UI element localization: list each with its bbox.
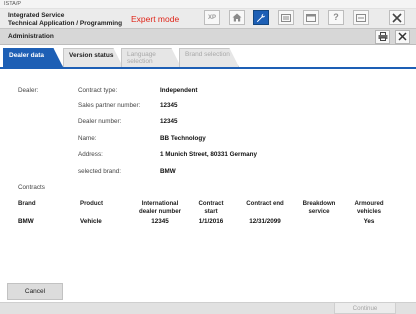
administration-header: Administration bbox=[0, 28, 416, 45]
info-icon bbox=[356, 13, 366, 22]
address-label: Address: bbox=[78, 151, 103, 158]
cell-contract-start: 1/1/2016 bbox=[198, 218, 224, 225]
sales-partner-value: 12345 bbox=[160, 102, 178, 109]
cell-dealer-number: 12345 bbox=[151, 218, 169, 225]
tab-language-selection: Language selection bbox=[121, 48, 181, 67]
dealer-number-label: Dealer number: bbox=[78, 118, 122, 125]
column-header-contract-end: Contract end bbox=[246, 200, 284, 207]
address-value: 1 Munich Street, 80331 Germany bbox=[160, 151, 257, 158]
home-button[interactable] bbox=[229, 10, 245, 25]
app-title-line1: Integrated Service bbox=[8, 12, 65, 19]
tab-bar: Dealer data Version status Language sele… bbox=[0, 46, 416, 67]
cell-armoured-vehicles: Yes bbox=[363, 218, 375, 225]
info-button[interactable] bbox=[353, 10, 369, 25]
dealer-data-panel bbox=[0, 67, 416, 302]
contracts-section-label: Contracts bbox=[18, 184, 45, 191]
tools-button[interactable] bbox=[253, 10, 269, 25]
window-icon bbox=[306, 13, 316, 22]
column-header-armoured-vehicles: Armoured vehicles bbox=[354, 200, 384, 215]
tab-version-status[interactable]: Version status bbox=[63, 48, 123, 67]
printer-icon bbox=[378, 31, 388, 43]
contract-type-value: Independent bbox=[160, 87, 198, 94]
sales-partner-label: Sales partner number: bbox=[78, 102, 141, 109]
window-titlebar: ISTA/P bbox=[0, 0, 416, 9]
close-dialog-button[interactable] bbox=[395, 30, 410, 44]
list-icon bbox=[281, 13, 291, 22]
expert-mode-label: Expert mode bbox=[131, 14, 180, 24]
xp-icon: XP bbox=[207, 14, 216, 21]
list-button[interactable] bbox=[278, 10, 294, 25]
print-button[interactable] bbox=[375, 30, 390, 44]
tab-dealer-data[interactable]: Dealer data bbox=[3, 48, 63, 67]
wrench-icon bbox=[256, 13, 266, 23]
help-icon: ? bbox=[333, 12, 339, 22]
continue-button: Continue bbox=[334, 302, 396, 314]
column-header-contract-start: Contract start bbox=[198, 200, 224, 215]
selected-brand-value: BMW bbox=[160, 168, 176, 175]
page-title: Administration bbox=[8, 33, 54, 40]
dealer-section-label: Dealer: bbox=[18, 87, 39, 94]
home-icon bbox=[232, 13, 242, 22]
column-header-product: Product bbox=[80, 200, 104, 207]
xp-button[interactable]: XP bbox=[204, 10, 220, 25]
tab-brand-selection: Brand selection bbox=[179, 48, 239, 67]
column-header-breakdown-service: Breakdown service bbox=[302, 200, 336, 215]
app-title-line2: Technical Application / Programming bbox=[8, 20, 123, 27]
close-icon bbox=[392, 12, 402, 23]
column-header-brand: Brand bbox=[18, 200, 36, 207]
name-label: Name: bbox=[78, 135, 97, 142]
window-button[interactable] bbox=[303, 10, 319, 25]
name-value: BB Technology bbox=[160, 135, 206, 142]
selected-brand-label: selected brand: bbox=[78, 168, 122, 175]
column-header-international-dealer-number: International dealer number bbox=[139, 200, 181, 215]
cell-contract-end: 12/31/2099 bbox=[249, 218, 281, 225]
close-icon bbox=[398, 31, 407, 43]
cell-brand: BMW bbox=[18, 218, 34, 225]
contract-type-label: Contract type: bbox=[78, 87, 118, 94]
close-app-button[interactable] bbox=[389, 10, 405, 25]
cell-product: Vehicle bbox=[80, 218, 102, 225]
window-title: ISTA/P bbox=[4, 1, 22, 7]
help-button[interactable]: ? bbox=[328, 10, 344, 25]
cancel-button[interactable]: Cancel bbox=[7, 283, 63, 300]
dealer-number-value: 12345 bbox=[160, 118, 178, 125]
